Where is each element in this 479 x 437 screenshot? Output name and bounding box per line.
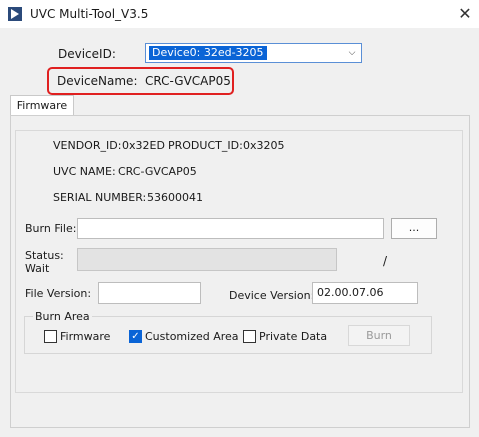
file-version-field[interactable] [98,282,201,304]
device-name-label: DeviceName: [57,74,138,88]
device-id-label: DeviceID: [58,47,116,61]
burn-file-label: Burn File: [25,222,77,235]
burn-area-title: Burn Area [33,310,92,323]
vendor-id-label: VENDOR_ID: [53,139,122,152]
device-id-value: Device0: 32ed-3205 [149,46,267,60]
serial-number-label: SERIAL NUMBER: [53,191,147,204]
firmware-checkbox-label: Firmware [60,330,111,343]
uvc-name-label: UVC NAME: [53,165,116,178]
progress-bar [77,248,337,271]
product-id-label: PRODUCT_ID: [168,139,243,152]
status-label: Status: [25,249,64,262]
device-version-label: Device Version: [229,289,315,302]
customized-area-checkbox[interactable]: ✓ [129,330,142,343]
vendor-id-value: 0x32ED [122,139,165,152]
chevron-down-icon[interactable]: ⌵ [346,46,358,60]
app-arrow-icon [8,7,22,21]
close-icon[interactable]: ✕ [455,4,475,24]
device-name-value: CRC-GVCAP05 [145,74,231,88]
product-id-value: 0x3205 [243,139,285,152]
tab-firmware[interactable]: Firmware [10,95,74,115]
device-id-select[interactable]: Device0: 32ed-3205 ⌵ [145,43,362,63]
private-data-checkbox[interactable] [243,330,256,343]
file-version-label: File Version: [25,287,92,300]
window-title: UVC Multi-Tool_V3.5 [30,7,149,21]
uvc-name-value: CRC-GVCAP05 [118,165,197,178]
private-data-checkbox-label: Private Data [259,330,328,343]
device-version-field[interactable]: 02.00.07.06 [312,282,418,304]
firmware-checkbox[interactable] [44,330,57,343]
progress-text: / [383,254,388,268]
check-icon: ✓ [131,331,140,342]
status-state: Wait [25,262,50,275]
burn-file-input[interactable] [77,218,384,239]
device-version-value: 02.00.07.06 [317,286,384,299]
customized-area-checkbox-label: Customized Area [145,330,239,343]
serial-number-value: 53600041 [147,191,203,204]
browse-button[interactable]: ... [391,218,437,239]
burn-button[interactable]: Burn [348,325,410,346]
